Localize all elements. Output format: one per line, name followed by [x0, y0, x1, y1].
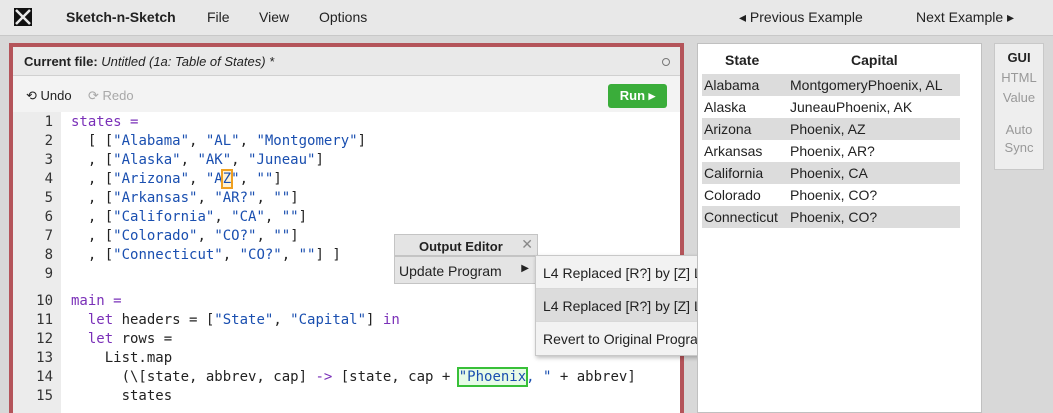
file-status-icon[interactable]	[662, 58, 670, 66]
code-line: let rows =	[71, 331, 173, 347]
code-line: let headers = ["State", "Capital"] in	[71, 312, 400, 328]
line-number: 14	[36, 369, 53, 385]
undo-button[interactable]: ⟲ Undo	[26, 88, 72, 104]
file-bar: Current file: Untitled (1a: Table of Sta…	[13, 47, 680, 76]
replaced-text-highlight: Z	[220, 169, 234, 189]
line-number: 5	[44, 190, 53, 206]
code-line: states	[71, 388, 173, 404]
table-row[interactable]: California Phoenix, CA	[702, 162, 960, 184]
line-number: 2	[44, 133, 53, 149]
code-line: , ["Connecticut", "CO?", ""] ]	[71, 247, 341, 263]
output-pane: State Capital Alabama MontgomeryPhoenix, …	[697, 43, 982, 413]
menubar: Sketch-n-Sketch File View Options ◂ Prev…	[0, 0, 1053, 36]
run-button[interactable]: Run ▸	[608, 84, 667, 108]
app-name: Sketch-n-Sketch	[66, 9, 176, 25]
line-number: 3	[44, 152, 53, 168]
line-number: 1	[44, 114, 53, 130]
value-mode-button[interactable]: Value	[995, 90, 1043, 105]
code-line: (\[state, abbrev, cap] -> [state, cap + …	[71, 367, 636, 387]
column-header-capital: Capital	[851, 52, 898, 68]
previous-example-button[interactable]: ◂ Previous Example	[739, 9, 863, 26]
auto-sync-label[interactable]: Auto	[995, 122, 1043, 137]
code-line: , ["Alaska", "AK", "Juneau"]	[71, 152, 324, 168]
update-program-menu-item[interactable]: Update Program ▶	[394, 256, 536, 284]
close-icon[interactable]: ✕	[521, 236, 533, 253]
file-name: Untitled (1a: Table of States) *	[101, 54, 275, 69]
line-number: 7	[44, 228, 53, 244]
editor-toolbar: ⟲ Undo ⟳ Redo Run ▸	[13, 76, 680, 112]
line-number: 6	[44, 209, 53, 225]
table-row[interactable]: Alabama MontgomeryPhoenix, AL	[702, 74, 960, 96]
menu-view[interactable]: View	[259, 9, 289, 25]
code-editor-panel: Current file: Untitled (1a: Table of Sta…	[9, 43, 684, 413]
line-number: 4	[44, 171, 53, 187]
html-mode-button[interactable]: HTML	[995, 70, 1043, 85]
column-header-state: State	[725, 52, 760, 68]
code-line: , ["Colorado", "CO?", ""]	[71, 228, 299, 244]
inserted-text-highlight: "Phoenix	[456, 367, 529, 387]
code-line: main =	[71, 293, 122, 309]
menu-options[interactable]: Options	[319, 9, 367, 25]
code-line: [ ["Alabama", "AL", "Montgomery"]	[71, 133, 367, 149]
table-header: State Capital	[698, 50, 983, 70]
table-row[interactable]: Arkansas Phoenix, AR?	[702, 140, 960, 162]
code-line: , ["Arkansas", "AR?", ""]	[71, 190, 299, 206]
line-number: 15	[36, 388, 53, 404]
output-editor-title: Output Editor ✕	[394, 234, 538, 256]
line-number-gutter: 1 2 3 4 5 6 7 8 9 10 11 12 13 14 15	[13, 112, 61, 413]
line-number: 13	[36, 350, 53, 366]
output-mode-panel: GUI HTML Value Auto Sync	[994, 43, 1044, 170]
table-row[interactable]: Connecticut Phoenix, CO?	[702, 206, 960, 228]
table-row[interactable]: Alaska JuneauPhoenix, AK	[702, 96, 960, 118]
auto-sync-label-2[interactable]: Sync	[995, 140, 1043, 155]
line-number: 8	[44, 247, 53, 263]
line-number: 12	[36, 331, 53, 347]
table-row[interactable]: Arizona Phoenix, AZ	[702, 118, 960, 140]
code-line: , ["Arizona", "AZ", ""]	[71, 169, 282, 189]
gui-mode-button[interactable]: GUI	[995, 50, 1043, 65]
redo-button[interactable]: ⟳ Redo	[88, 88, 134, 104]
line-number: 10	[36, 293, 53, 309]
line-number: 11	[36, 312, 53, 328]
logo-icon[interactable]	[14, 8, 32, 26]
code-line: List.map	[71, 350, 173, 366]
line-number: 9	[44, 266, 53, 282]
code-line: states =	[71, 114, 139, 130]
file-label: Current file: Untitled (1a: Table of Sta…	[24, 54, 275, 69]
next-example-button[interactable]: Next Example ▸	[916, 9, 1014, 26]
menu-file[interactable]: File	[207, 9, 230, 25]
chevron-right-icon: ▶	[521, 263, 529, 274]
code-line: , ["California", "CA", ""]	[71, 209, 308, 225]
table-row[interactable]: Colorado Phoenix, CO?	[702, 184, 960, 206]
